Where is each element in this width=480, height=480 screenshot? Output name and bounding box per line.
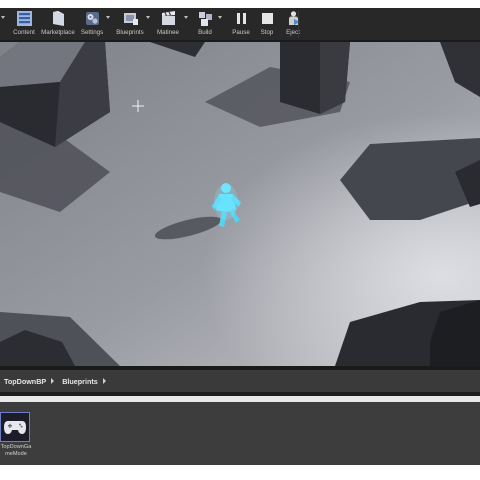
marketplace-icon (52, 11, 64, 26)
settings-gears-icon (85, 12, 99, 25)
stop-button[interactable]: Stop (255, 8, 279, 40)
content-button[interactable]: Content (11, 8, 37, 40)
settings-dropdown-arrow[interactable] (106, 16, 110, 19)
build-icon (198, 12, 212, 26)
blueprints-dropdown-arrow[interactable] (146, 16, 150, 19)
matinee-button[interactable]: Matinee (153, 8, 188, 40)
blueprints-icon (123, 13, 138, 25)
blueprints-button[interactable]: Blueprints (115, 8, 150, 40)
stop-button-label: Stop (260, 29, 274, 36)
asset-thumbnail (0, 412, 30, 442)
content-button-label: Content (13, 29, 35, 36)
breadcrumb-blueprints[interactable]: Blueprints (62, 377, 98, 386)
pause-icon (236, 13, 246, 24)
gamepad-icon (4, 421, 26, 434)
marketplace-button[interactable]: Marketplace (41, 8, 75, 40)
content-browser-icon (16, 11, 32, 26)
pause-button[interactable]: Pause (229, 8, 253, 40)
game-viewport[interactable] (0, 42, 480, 366)
marketplace-button-label: Marketplace (41, 29, 75, 36)
content-browser-asset-area: TopDownGameMode (0, 402, 480, 465)
asset-name-label: TopDownGameMode (0, 444, 32, 457)
viewport-scene[interactable] (0, 42, 480, 366)
breadcrumb-arrow-icon[interactable] (51, 378, 55, 384)
level-toolbar: Content Marketplace Settings Blueprints … (0, 8, 480, 40)
settings-button[interactable]: Settings (79, 8, 110, 40)
unreal-editor-window: Content Marketplace Settings Blueprints … (0, 8, 480, 465)
build-button[interactable]: Build (193, 8, 222, 40)
stop-icon (261, 13, 273, 24)
build-button-label: Build (198, 29, 212, 36)
content-browser-breadcrumb: TopDownBP Blueprints (0, 370, 480, 392)
breadcrumb-topdownbp[interactable]: TopDownBP (4, 377, 46, 386)
toolbar-left-dropdown[interactable] (0, 8, 5, 40)
asset-topdowngamemode[interactable]: TopDownGameMode (0, 412, 32, 457)
matinee-clapper-icon (161, 11, 175, 25)
blueprints-button-label: Blueprints (116, 29, 144, 36)
build-dropdown-arrow[interactable] (218, 16, 222, 19)
eject-button[interactable]: Eject (281, 8, 305, 40)
settings-button-label: Settings (80, 29, 104, 36)
breadcrumb-arrow-icon[interactable] (102, 378, 106, 384)
matinee-button-label: Matinee (156, 29, 179, 36)
matinee-dropdown-arrow[interactable] (184, 16, 188, 19)
toolbar-separator (298, 11, 299, 38)
pause-button-label: Pause (232, 29, 250, 36)
